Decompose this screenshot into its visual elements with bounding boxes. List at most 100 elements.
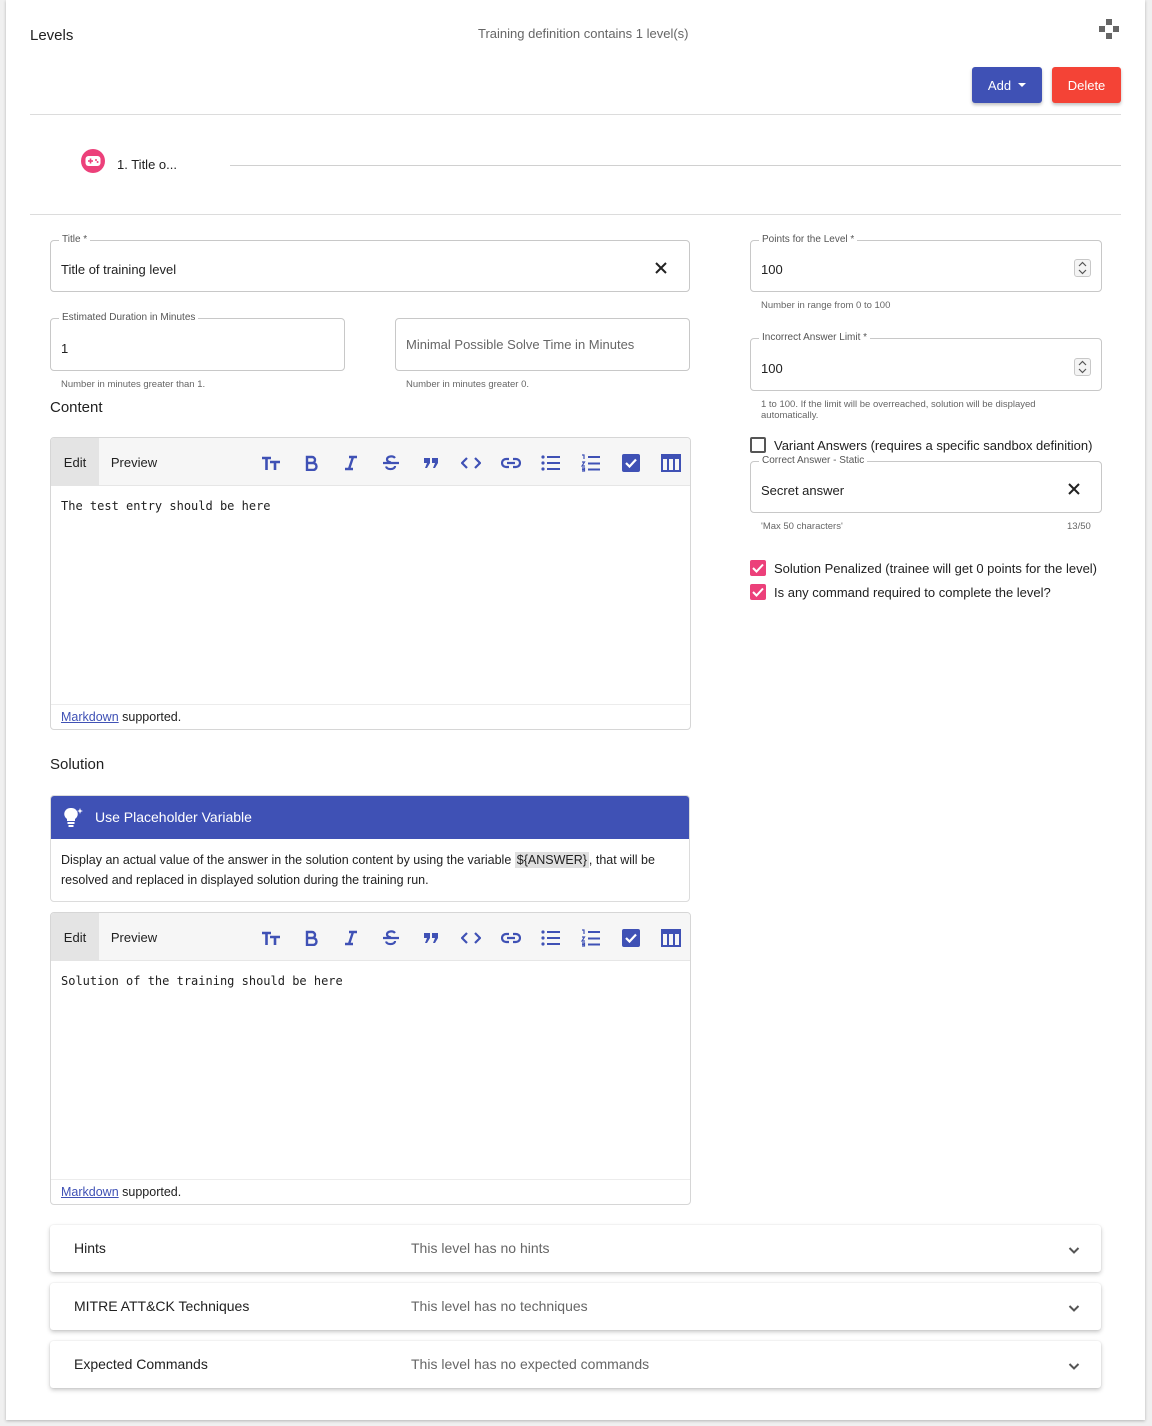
lightbulb-icon [61, 805, 85, 829]
content-editor-text[interactable]: The test entry should be here [61, 499, 271, 513]
mitre-panel[interactable]: MITRE ATT&CK Techniques This level has n… [50, 1283, 1101, 1330]
level-editor-card: Levels Training definition contains 1 le… [6, 0, 1145, 1420]
tab-edit[interactable]: Edit [51, 913, 99, 961]
quote-icon[interactable] [420, 927, 442, 949]
mitre-panel-desc: This level has no techniques [411, 1298, 588, 1314]
title-input[interactable]: Title of training level [61, 262, 176, 277]
placeholder-info-box: Use Placeholder Variable Display an actu… [50, 795, 690, 902]
levels-count: Training definition contains 1 level(s) [478, 26, 689, 41]
solution-section-title: Solution [50, 756, 105, 773]
step-label[interactable]: 1. Title o... [117, 157, 177, 172]
placeholder-info-header: Use Placeholder Variable [51, 796, 689, 839]
strikethrough-icon[interactable] [380, 927, 402, 949]
bullet-list-icon[interactable] [540, 452, 562, 474]
command-required-checkbox[interactable] [750, 584, 766, 600]
expected-commands-panel-title: Expected Commands [74, 1356, 208, 1372]
divider [30, 114, 1121, 115]
stepper-line [230, 165, 1121, 166]
add-button[interactable]: Add [972, 67, 1042, 103]
command-required-label: Is any command required to complete the … [774, 585, 1051, 600]
estimated-duration-hint: Number in minutes greater than 1. [61, 379, 206, 390]
strikethrough-icon[interactable] [380, 452, 402, 474]
link-icon[interactable] [500, 452, 522, 474]
markdown-link[interactable]: Markdown [61, 1185, 119, 1199]
content-editor: Edit Preview The test entry should be he… [50, 437, 691, 730]
estimated-duration-input[interactable]: 1 [61, 341, 68, 356]
points-hint: Number in range from 0 to 100 [761, 300, 891, 311]
bold-icon[interactable] [300, 452, 322, 474]
correct-answer-input[interactable]: Secret answer [761, 483, 844, 498]
content-editor-footer: Markdown supported. [51, 704, 690, 729]
incorrect-limit-input[interactable]: 100 [761, 361, 783, 376]
quote-icon[interactable] [420, 452, 442, 474]
levels-title: Levels [30, 27, 74, 44]
hints-panel-desc: This level has no hints [411, 1240, 550, 1256]
correct-answer-field[interactable]: Correct Answer - Static Secret answer [750, 455, 1102, 513]
estimated-duration-label: Estimated Duration in Minutes [59, 312, 199, 324]
variant-answers-label: Variant Answers (requires a specific san… [774, 438, 1093, 453]
incorrect-limit-spinner[interactable] [1074, 358, 1091, 376]
table-icon[interactable] [660, 452, 682, 474]
solution-penalized-checkbox[interactable] [750, 560, 766, 576]
bold-icon[interactable] [300, 927, 322, 949]
caret-down-icon [1018, 83, 1027, 87]
chevron-down-icon[interactable] [1067, 1301, 1081, 1315]
code-icon[interactable] [460, 452, 482, 474]
divider [30, 214, 1121, 215]
info-text-before: Display an actual value of the answer in… [61, 853, 515, 867]
expected-commands-panel[interactable]: Expected Commands This level has no expe… [50, 1341, 1101, 1388]
points-spinner[interactable] [1074, 259, 1091, 277]
variant-answers-checkbox[interactable] [750, 437, 766, 453]
tab-preview[interactable]: Preview [99, 913, 169, 961]
checkbox-icon[interactable] [620, 927, 642, 949]
chevron-down-icon[interactable] [1067, 1359, 1081, 1373]
answer-variable-code: ${ANSWER} [514, 852, 589, 868]
bullet-list-icon[interactable] [540, 927, 562, 949]
hints-panel[interactable]: Hints This level has no hints [50, 1225, 1101, 1272]
points-field[interactable]: Points for the Level * 100 [750, 234, 1102, 292]
puzzle-icon[interactable] [1098, 18, 1120, 40]
expected-commands-panel-desc: This level has no expected commands [411, 1356, 650, 1372]
numbered-list-icon[interactable] [580, 927, 602, 949]
content-section-title: Content [50, 399, 103, 416]
title-field-label: Title * [59, 234, 91, 246]
chevron-down-icon[interactable] [1067, 1243, 1081, 1257]
table-icon[interactable] [660, 927, 682, 949]
close-icon[interactable] [1067, 482, 1081, 496]
text-size-icon[interactable] [260, 927, 282, 949]
gamepad-icon[interactable] [81, 149, 105, 173]
correct-answer-hint: 'Max 50 characters' [761, 521, 843, 532]
correct-answer-label: Correct Answer - Static [759, 455, 868, 467]
hints-panel-title: Hints [74, 1240, 106, 1256]
numbered-list-icon[interactable] [580, 452, 602, 474]
estimated-duration-field[interactable]: Estimated Duration in Minutes 1 [50, 312, 345, 371]
solution-editor-text[interactable]: Solution of the training should be here [61, 974, 343, 988]
incorrect-limit-hint: 1 to 100. If the limit will be overreach… [761, 399, 1036, 421]
markdown-link[interactable]: Markdown [61, 710, 119, 724]
min-solve-time-input[interactable]: Minimal Possible Solve Time in Minutes [406, 337, 634, 352]
points-field-label: Points for the Level * [759, 234, 858, 246]
delete-button[interactable]: Delete [1052, 67, 1121, 103]
italic-icon[interactable] [340, 927, 362, 949]
solution-editor-footer: Markdown supported. [51, 1179, 690, 1204]
mitre-panel-title: MITRE ATT&CK Techniques [74, 1298, 250, 1314]
correct-answer-counter: 13/50 [1067, 521, 1091, 532]
checkbox-icon[interactable] [620, 452, 642, 474]
solution-editor-toolbar: Edit Preview [51, 913, 690, 961]
min-solve-time-field[interactable]: Minimal Possible Solve Time in Minutes [395, 318, 690, 371]
incorrect-limit-field[interactable]: Incorrect Answer Limit * 100 [750, 332, 1102, 391]
italic-icon[interactable] [340, 452, 362, 474]
tab-edit[interactable]: Edit [51, 438, 99, 486]
title-field[interactable]: Title * Title of training level [50, 234, 690, 292]
text-size-icon[interactable] [260, 452, 282, 474]
close-icon[interactable] [654, 261, 668, 275]
points-input[interactable]: 100 [761, 262, 783, 277]
link-icon[interactable] [500, 927, 522, 949]
code-icon[interactable] [460, 927, 482, 949]
markdown-supported-text: supported. [118, 710, 182, 724]
add-button-label: Add [987, 77, 1012, 93]
tab-preview[interactable]: Preview [99, 438, 169, 486]
markdown-supported-text: supported. [118, 1185, 182, 1199]
placeholder-info-text: Display an actual value of the answer in… [61, 850, 679, 890]
min-solve-time-hint: Number in minutes greater 0. [406, 379, 530, 390]
